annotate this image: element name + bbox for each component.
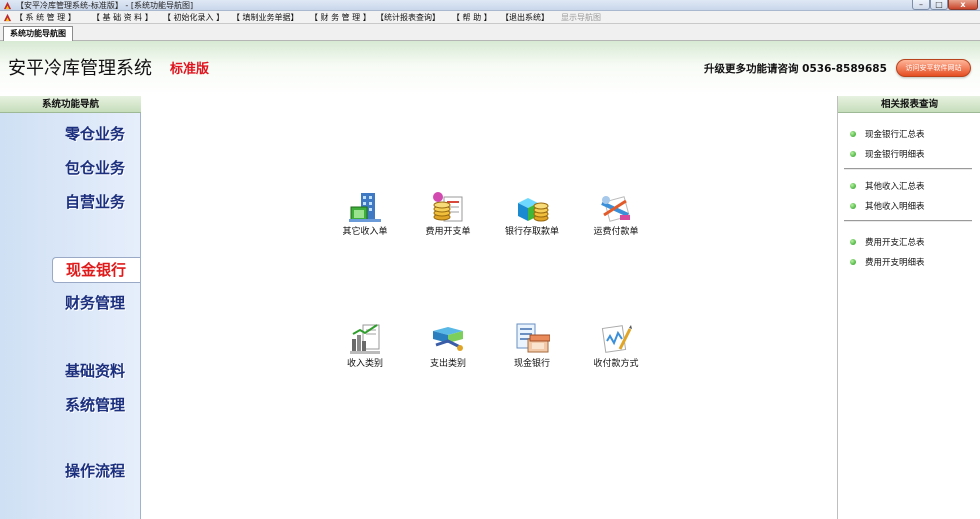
report-link-cash-bank-detail[interactable]: 现金银行明细表 (850, 149, 925, 161)
nav-item-self-operated[interactable]: 自营业务 (65, 192, 125, 212)
tile-bank-deposit[interactable]: 银行存取款单 (490, 189, 574, 238)
menu-system-manage[interactable]: 【 系 统 管 理 】 (15, 11, 76, 24)
green-bullet-icon (850, 259, 856, 265)
menu-init-entry[interactable]: 【 初始化录入 】 (163, 11, 224, 24)
expense-category-icon (433, 327, 463, 351)
green-bullet-icon (850, 151, 856, 157)
app-title: 安平冷库管理系统 (8, 58, 152, 79)
tile-cash-bank[interactable]: 现金银行 (490, 321, 574, 370)
title-bar: 【安平冷库管理系统-标准版】 - [系统功能导航图] – □ x (0, 0, 980, 11)
nav-item-basic-data[interactable]: 基础资料 (65, 361, 125, 381)
menu-reports[interactable]: 【统计报表查询】 (376, 11, 440, 24)
menu-finance[interactable]: 【 财 务 管 理 】 (310, 11, 371, 24)
green-bullet-icon (850, 239, 856, 245)
tile-label: 费用开支单 (425, 227, 471, 237)
bank-deposit-icon (518, 198, 549, 222)
left-nav-header: 系统功能导航 (0, 96, 141, 113)
tile-label: 收入类别 (346, 359, 383, 369)
tile-payment-method[interactable]: 收付款方式 (574, 321, 658, 370)
report-link-expense-summary[interactable]: 费用开支汇总表 (850, 237, 925, 249)
report-link-label: 现金银行汇总表 (865, 130, 925, 140)
tile-expense-category[interactable]: 支出类别 (406, 321, 490, 370)
green-bullet-icon (850, 131, 856, 137)
tile-label: 支出类别 (429, 359, 466, 369)
menu-basic-data[interactable]: 【 基 础 资 料 】 (92, 11, 153, 24)
maximize-icon: □ (935, 0, 943, 9)
tile-label: 现金银行 (513, 359, 550, 369)
green-bullet-icon (850, 183, 856, 189)
payment-method-icon (601, 325, 632, 353)
tile-expense[interactable]: 费用开支单 (406, 189, 490, 238)
nav-item-zero-storage[interactable]: 零仓业务 (65, 124, 125, 144)
right-panel-header: 相关报表查询 (838, 96, 980, 113)
tile-label: 收付款方式 (593, 359, 639, 369)
building-money-icon (349, 193, 381, 222)
menu-bar: 【 系 统 管 理 】 【 基 础 资 料 】 【 初始化录入 】 【 填制业务… (0, 11, 980, 24)
report-link-other-income-detail[interactable]: 其他收入明细表 (850, 201, 925, 213)
menu-exit[interactable]: 【退出系统】 (501, 11, 549, 24)
tab-nav-map[interactable]: 系统功能导航图 (3, 26, 73, 41)
tile-label: 其它收入单 (342, 227, 388, 237)
visit-website-button[interactable]: 访问安平软件网站 (896, 59, 971, 77)
report-link-label: 费用开支明细表 (865, 258, 925, 268)
report-link-label: 其他收入汇总表 (865, 182, 925, 192)
close-button[interactable]: x (948, 0, 978, 10)
report-link-expense-detail[interactable]: 费用开支明细表 (850, 257, 925, 269)
nav-item-cash-bank[interactable]: 现金银行 (52, 257, 140, 283)
nav-item-finance[interactable]: 财务管理 (65, 293, 125, 313)
report-link-label: 其他收入明细表 (865, 202, 925, 212)
app-window: { "window": { "title": "【安平冷库管理系统-标准版】 -… (0, 0, 980, 519)
left-nav: 系统功能导航 零仓业务 包仓业务 自营业务 现金银行 财务管理 基础资料 系统管… (0, 96, 141, 519)
menu-show-nav[interactable]: 显示导航图 (561, 11, 601, 24)
divider (844, 220, 972, 222)
menu-logo-icon (3, 13, 12, 22)
menu-help[interactable]: 【 帮 助 】 (452, 11, 492, 24)
edition-label: 标准版 (170, 62, 210, 77)
window-title: 【安平冷库管理系统-标准版】 - [系统功能导航图] (16, 1, 194, 10)
maximize-button[interactable]: □ (930, 0, 948, 10)
freight-payment-icon (601, 196, 630, 222)
main-content: 其它收入单 费用开支单 银行存取款单 运费付款单 收入类别 支出类别 现金银行 … (141, 96, 837, 519)
nav-item-workflow[interactable]: 操作流程 (65, 461, 125, 481)
report-link-cash-bank-summary[interactable]: 现金银行汇总表 (850, 129, 925, 141)
upgrade-contact: 升级更多功能请咨询 0536-8589685 (704, 63, 887, 75)
coins-document-icon (433, 192, 463, 222)
report-link-other-income-summary[interactable]: 其他收入汇总表 (850, 181, 925, 193)
cash-bank-icon (516, 323, 550, 353)
tab-strip: 系统功能导航图 (0, 24, 980, 41)
nav-item-system-manage[interactable]: 系统管理 (65, 395, 125, 415)
tile-label: 银行存取款单 (504, 227, 559, 237)
tile-label: 运费付款单 (593, 227, 639, 237)
right-panel: 相关报表查询 现金银行汇总表 现金银行明细表 其他收入汇总表 其他收入明细表 费… (837, 96, 980, 519)
report-link-label: 费用开支汇总表 (865, 238, 925, 248)
tile-other-income[interactable]: 其它收入单 (323, 189, 407, 238)
close-icon: x (960, 0, 966, 9)
income-category-icon (350, 324, 380, 354)
menu-business-docs[interactable]: 【 填制业务单据】 (232, 11, 299, 24)
minimize-button[interactable]: – (912, 0, 930, 10)
header-banner: 安平冷库管理系统 标准版 升级更多功能请咨询 0536-8589685 (0, 41, 980, 95)
nav-item-package-storage[interactable]: 包仓业务 (65, 158, 125, 178)
report-link-label: 现金银行明细表 (865, 150, 925, 160)
green-bullet-icon (850, 203, 856, 209)
tile-income-category[interactable]: 收入类别 (323, 321, 407, 370)
tile-freight-payment[interactable]: 运费付款单 (574, 189, 658, 238)
divider (844, 168, 972, 170)
minimize-icon: – (919, 0, 923, 9)
app-logo-icon (3, 1, 12, 10)
